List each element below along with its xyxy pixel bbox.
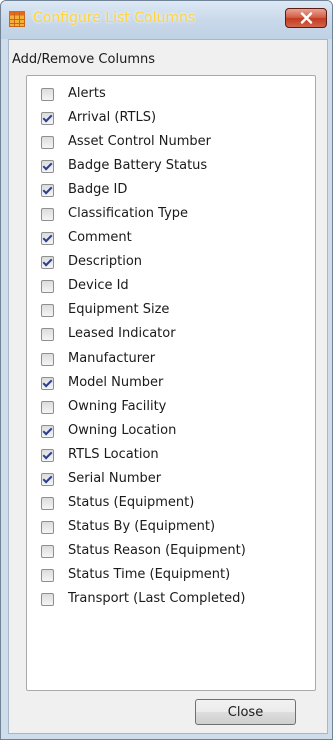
checkbox-unchecked[interactable] [41, 592, 54, 606]
checkbox-unchecked[interactable] [41, 208, 54, 222]
column-option-label: Badge Battery Status [68, 158, 208, 174]
column-option-label: Transport (Last Completed) [68, 590, 246, 606]
checkbox-unchecked[interactable] [41, 496, 54, 510]
column-option[interactable]: Arrival (RTLS) [27, 107, 315, 131]
column-option[interactable]: Comment [27, 227, 315, 251]
checkbox-checked[interactable] [41, 424, 54, 438]
checkbox-unchecked[interactable] [41, 352, 54, 366]
columns-list: Alerts Arrival (RTLS) Asset Control Number… [27, 83, 315, 612]
column-option[interactable]: Status By (Equipment) [27, 516, 315, 540]
column-option-label: Arrival (RTLS) [68, 110, 157, 126]
window-close-button[interactable] [285, 8, 327, 28]
close-icon [300, 12, 313, 24]
checkbox-checked[interactable] [41, 376, 54, 390]
column-option[interactable]: Manufacturer [27, 348, 315, 372]
checkbox-unchecked[interactable] [41, 88, 54, 101]
close-button[interactable]: Close [195, 699, 296, 725]
column-option[interactable]: Leased Indicator [27, 323, 315, 347]
column-option-label: Manufacturer [68, 350, 156, 366]
checkbox-checked[interactable] [41, 112, 54, 126]
column-option-label: Model Number [68, 374, 164, 390]
column-option-label: Comment [68, 230, 132, 246]
title-bar[interactable]: Configure List Columns [1, 1, 332, 39]
column-option[interactable]: Badge Battery Status [27, 155, 315, 179]
column-option[interactable]: Classification Type [27, 203, 315, 227]
column-option-label: Status (Equipment) [68, 494, 195, 510]
add-remove-columns-label: Add/Remove Columns [12, 52, 155, 67]
column-option-label: Serial Number [68, 470, 162, 486]
column-option[interactable]: Status Time (Equipment) [27, 564, 315, 588]
checkbox-checked[interactable] [41, 232, 54, 246]
checkbox-checked[interactable] [41, 256, 54, 270]
column-option[interactable]: RTLS Location [27, 444, 315, 468]
column-option[interactable]: Description [27, 251, 315, 275]
columns-list-box[interactable]: Alerts Arrival (RTLS) Asset Control Number… [26, 75, 316, 691]
column-option[interactable]: Owning Location [27, 420, 315, 444]
checkbox-unchecked[interactable] [41, 304, 54, 318]
column-option[interactable]: Owning Facility [27, 396, 315, 420]
column-option[interactable]: Device Id [27, 275, 315, 299]
checkbox-unchecked[interactable] [41, 520, 54, 534]
column-option-label: Alerts [68, 86, 106, 101]
window-title: Configure List Columns [33, 10, 196, 26]
column-option[interactable]: Equipment Size [27, 299, 315, 323]
checkbox-unchecked[interactable] [41, 568, 54, 582]
column-option-label: Asset Control Number [68, 134, 212, 150]
column-option-label: Classification Type [68, 206, 189, 222]
column-option-label: Status By (Equipment) [68, 518, 216, 534]
checkbox-unchecked[interactable] [41, 328, 54, 342]
column-option[interactable]: Asset Control Number [27, 131, 315, 155]
checkbox-checked[interactable] [41, 472, 54, 486]
column-option-label: Device Id [68, 278, 129, 294]
column-option[interactable]: Serial Number [27, 468, 315, 492]
column-option[interactable]: Alerts [27, 83, 315, 107]
column-option[interactable]: Status (Equipment) [27, 492, 315, 516]
configure-list-columns-dialog: Configure List Columns Add/Remove Column… [0, 0, 333, 740]
column-option-label: Badge ID [68, 182, 128, 198]
checkbox-unchecked[interactable] [41, 280, 54, 294]
column-option-label: Leased Indicator [68, 326, 176, 342]
column-option[interactable]: Transport (Last Completed) [27, 588, 315, 612]
checkbox-checked[interactable] [41, 160, 54, 174]
checkbox-unchecked[interactable] [41, 136, 54, 150]
checkbox-checked[interactable] [41, 184, 54, 198]
column-option[interactable]: Badge ID [27, 179, 315, 203]
column-option-label: Status Time (Equipment) [68, 566, 231, 582]
checkbox-unchecked[interactable] [41, 400, 54, 414]
column-option-label: Equipment Size [68, 302, 170, 318]
column-option-label: Description [68, 254, 143, 270]
grid-table-icon [9, 11, 25, 27]
column-option-label: RTLS Location [68, 446, 159, 462]
column-option-label: Status Reason (Equipment) [68, 542, 246, 558]
checkbox-unchecked[interactable] [41, 544, 54, 558]
dialog-content: Add/Remove Columns Alerts Arrival (RTLS) A… [8, 39, 328, 734]
column-option[interactable]: Status Reason (Equipment) [27, 540, 315, 564]
column-option-label: Owning Facility [68, 398, 167, 414]
column-option-label: Owning Location [68, 422, 177, 438]
checkbox-checked[interactable] [41, 448, 54, 462]
column-option[interactable]: Model Number [27, 372, 315, 396]
